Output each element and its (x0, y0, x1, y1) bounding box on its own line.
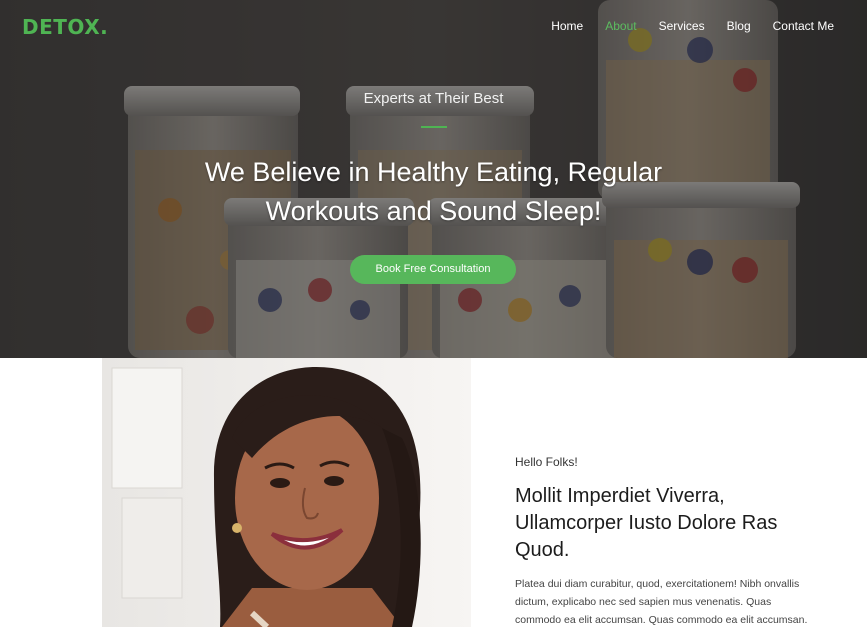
about-heading: Mollit Imperdiet Viverra, Ullamcorper Iu… (515, 485, 778, 561)
woman-portrait-illustration (102, 358, 471, 627)
nav-item-home[interactable]: Home (551, 19, 583, 33)
book-consultation-button[interactable]: Book Free Consultation (350, 255, 516, 284)
about-greeting: Hello Folks! (515, 455, 578, 469)
nav-item-services[interactable]: Services (659, 19, 705, 33)
about-text-block: Hello Folks! Mollit Imperdiet Viverra, U… (515, 455, 825, 627)
hero-divider (421, 126, 447, 128)
brand-logo[interactable]: DETOX. (22, 15, 108, 39)
nav-item-blog[interactable]: Blog (727, 19, 751, 33)
hero-section: DETOX. Home About Services Blog Contact … (0, 0, 867, 358)
hero-title: We Believe in Healthy Eating, Regular Wo… (0, 153, 867, 231)
hero-subtitle: Experts at Their Best (363, 90, 504, 107)
nav-item-contact[interactable]: Contact Me (773, 19, 834, 33)
nav-item-about[interactable]: About (605, 19, 636, 33)
hero-title-line-2: Workouts and Sound Sleep! (265, 196, 602, 226)
hero-title-line-1: We Believe in Healthy Eating, Regular (204, 157, 663, 187)
portrait-image (102, 358, 471, 627)
main-nav: Home About Services Blog Contact Me (529, 19, 834, 33)
about-body-text: Platea dui diam curabitur, quod, exercit… (515, 578, 808, 626)
